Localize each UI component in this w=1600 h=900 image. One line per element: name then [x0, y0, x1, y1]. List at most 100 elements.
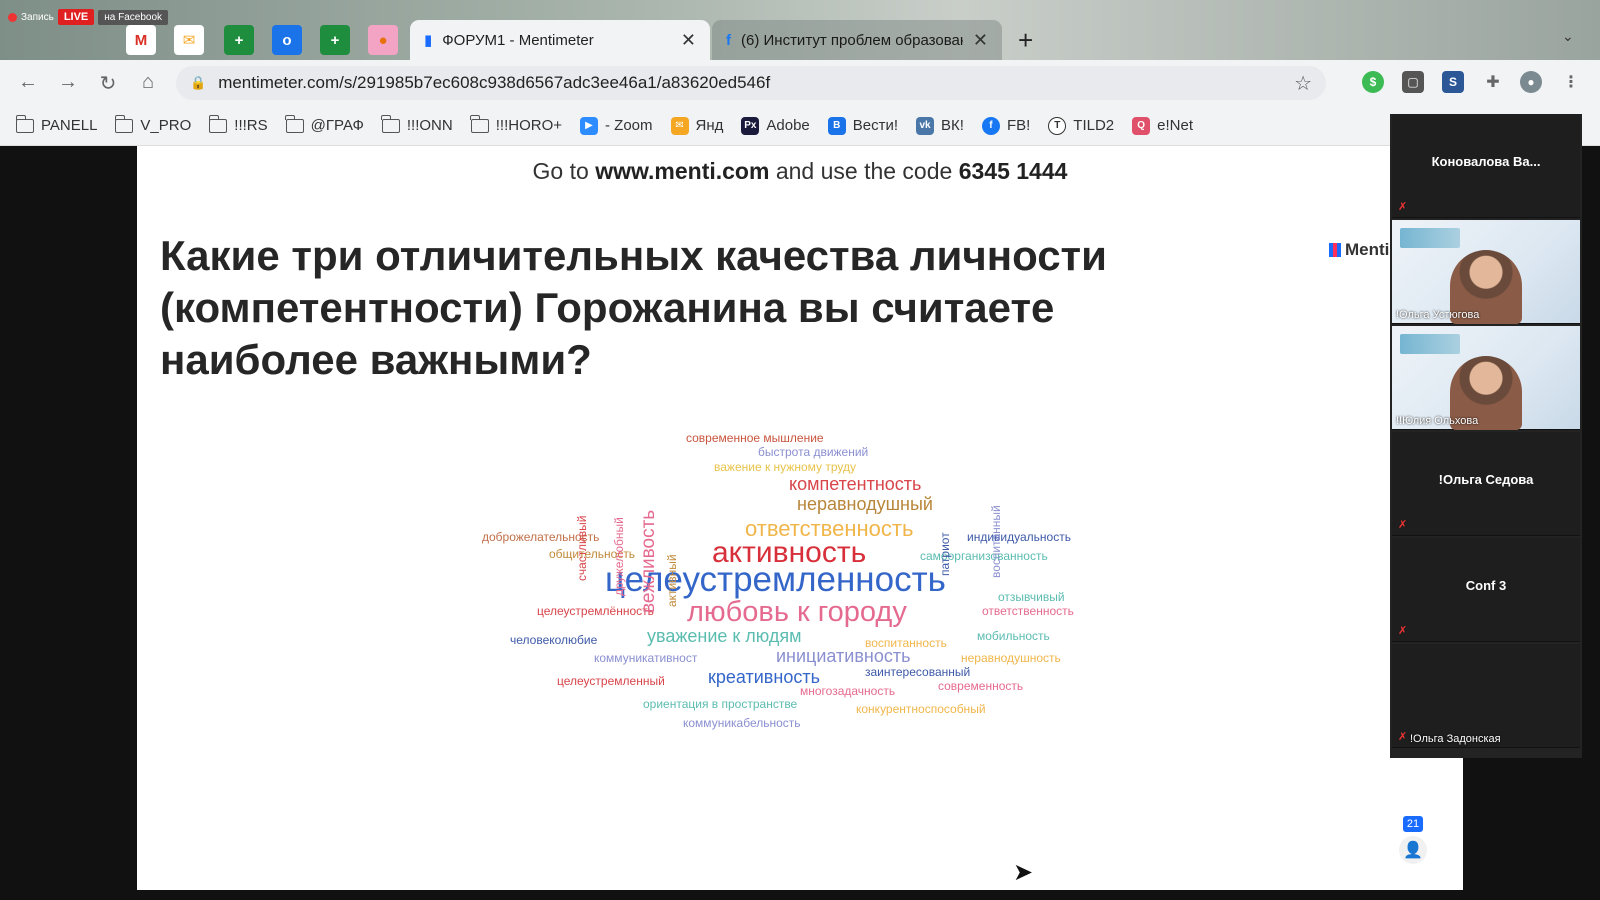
mail-tab-icon[interactable]: ✉ — [174, 25, 204, 55]
screen: Запись LIVE на Facebook M ✉ + o + ● ▮ ФО… — [0, 0, 1600, 900]
new-tab-button[interactable]: + — [1018, 25, 1033, 56]
word-cloud-term: индивидуальность — [967, 530, 1071, 544]
recording-label: Запись — [21, 11, 54, 23]
participant-tile[interactable]: Conf 3 ✗ — [1392, 538, 1580, 642]
back-arrow-icon[interactable]: ← — [16, 71, 40, 94]
facebook-icon: f — [981, 116, 1000, 135]
bookmark-rs[interactable]: !!!RS — [208, 114, 268, 134]
participant-video-tile[interactable]: !!Юлия Ольхова — [1392, 326, 1580, 430]
participant-video-tile[interactable]: !Ольга Устюгова — [1392, 220, 1580, 324]
bookmark-yandex[interactable]: ✉ Янд — [670, 116, 724, 135]
page-content: Go to www.menti.com and use the code 634… — [0, 146, 1600, 900]
word-cloud-term: ответственность — [982, 604, 1074, 618]
bookmark-adobe[interactable]: Px Adobe — [741, 116, 810, 135]
word-cloud-term: быстрота движений — [758, 445, 869, 459]
home-icon[interactable]: ⌂ — [136, 71, 160, 94]
bookmark-label: @ГРАФ — [310, 117, 364, 134]
bookmark-vesti[interactable]: B Вести! — [827, 116, 899, 135]
browser-toolbar: ← → ↻ ⌂ 🔒 mentimeter.com/s/291985b7ec608… — [0, 60, 1600, 106]
recording-indicator: Запись LIVE на Facebook — [8, 8, 169, 26]
bookmark-panell[interactable]: PANELL — [15, 114, 98, 134]
word-cloud-term: современность — [938, 679, 1024, 693]
extension-green-icon[interactable]: $ — [1362, 71, 1384, 93]
word-cloud-term: отзывчивый — [998, 590, 1065, 604]
sheets-tab-icon[interactable]: + — [224, 25, 254, 55]
bookmark-fb[interactable]: f FB! — [981, 116, 1030, 135]
bookmark-tild2[interactable]: T TILD2 — [1048, 116, 1114, 135]
url-text: mentimeter.com/s/291985b7ec608c938d6567a… — [218, 73, 771, 92]
word-cloud-term: неравнодушный — [797, 494, 933, 514]
tab-mentimeter[interactable]: ▮ ФОРУМ1 - Mentimeter ✕ — [410, 20, 710, 60]
tab-institute[interactable]: f (6) Институт проблем образования ✕ — [712, 20, 1002, 60]
word-cloud-term: многозадачность — [800, 684, 896, 698]
sheets-tab-icon-2[interactable]: + — [320, 25, 350, 55]
word-cloud-term: неравнодушность — [961, 651, 1061, 665]
bookmark-enet[interactable]: Qe!Net — [1132, 116, 1194, 135]
more-vert-icon[interactable]: ⋮ — [1560, 71, 1582, 93]
bookmark-horo[interactable]: !!!HORO+ — [470, 114, 562, 134]
vk-icon: vk — [916, 116, 935, 135]
bookmark-label: - Zoom — [605, 117, 653, 134]
participant-name: !Ольга Задонская — [1410, 733, 1501, 745]
folder-icon — [285, 114, 304, 133]
reload-icon[interactable]: ↻ — [96, 71, 120, 96]
bookmark-label: e!Net — [1157, 117, 1194, 134]
folder-icon — [114, 114, 134, 133]
bookmark-graf[interactable]: @ГРАФ — [285, 114, 364, 134]
bookmark-v-pro[interactable]: V_PRO — [114, 114, 191, 134]
puzzle-icon[interactable]: ✚ — [1482, 71, 1504, 93]
word-cloud-term: современное мышление — [686, 431, 824, 445]
word-cloud-term: счастливый — [575, 515, 589, 581]
participant-name: Коновалова Ва... — [1431, 154, 1541, 169]
word-cloud-term: любовь к городу — [687, 596, 907, 628]
participants-panel: Коновалова Ва... ✗ !Ольга Устюгова !!Юли… — [1390, 114, 1582, 758]
vesti-icon: B — [827, 116, 846, 135]
mentimeter-favicon-icon: ▮ — [424, 32, 433, 49]
word-cloud-term: патриот — [938, 532, 952, 576]
folder-icon — [381, 114, 400, 133]
muted-mic-icon: ✗ — [1398, 731, 1408, 743]
bookmark-vk[interactable]: vk ВК! — [916, 116, 964, 135]
person-icon: 👤 — [1399, 836, 1427, 864]
address-bar[interactable]: 🔒 mentimeter.com/s/291985b7ec608c938d656… — [176, 66, 1326, 100]
participant-tile[interactable]: !Ольга Седова ✗ — [1392, 432, 1580, 536]
folder-icon — [15, 114, 34, 133]
response-count: 21 — [1402, 816, 1424, 832]
participant-tile[interactable]: !Ольга Задонская ✗ — [1392, 644, 1580, 748]
forum-logo — [1400, 334, 1460, 354]
bookmark-label: PANELL — [41, 117, 98, 134]
word-cloud-term: воспитанный — [989, 505, 1003, 578]
avatar[interactable]: ● — [1520, 71, 1542, 93]
close-tab-icon[interactable]: ✕ — [681, 30, 696, 51]
extension-square-icon[interactable]: ▢ — [1402, 71, 1424, 93]
muted-mic-icon: ✗ — [1398, 519, 1408, 531]
word-cloud-term: важение к нужному труду — [714, 460, 856, 474]
word-cloud-term: инициативность — [776, 646, 911, 666]
word-cloud-term: человеколюбие — [510, 633, 598, 647]
word-cloud-term: компетентность — [789, 474, 922, 494]
mail-icon: ✉ — [670, 116, 689, 135]
bookmark-label: Янд — [695, 117, 724, 134]
participant-tile[interactable]: Коновалова Ва... ✗ — [1392, 114, 1580, 218]
outlook-tab-icon[interactable]: o — [272, 25, 302, 55]
participant-name: !Ольга Седова — [1438, 472, 1534, 487]
word-cloud-term: коммуникабельность — [683, 716, 801, 730]
gmail-tab-icon[interactable]: M — [126, 25, 156, 55]
word-cloud-term: целеустремленный — [557, 674, 665, 688]
bookmark-zoom[interactable]: ▶ - Zoom — [580, 116, 653, 135]
facebook-favicon-icon: f — [726, 31, 731, 49]
chevron-down-icon[interactable]: ⌄ — [1562, 28, 1574, 45]
app-tab-icon[interactable]: ● — [368, 25, 398, 55]
lock-icon[interactable]: 🔒 — [190, 75, 206, 91]
bookmark-label: !!!HORO+ — [495, 117, 562, 134]
bookmark-onn[interactable]: !!!ONN — [381, 114, 453, 134]
bookmark-label: Вести! — [852, 117, 899, 134]
word-cloud-term: вежливость — [638, 509, 659, 613]
word-cloud-term: мобильность — [977, 629, 1050, 643]
live-platform[interactable]: на Facebook — [98, 9, 169, 25]
close-tab-icon[interactable]: ✕ — [973, 30, 988, 51]
forward-arrow-icon[interactable]: → — [56, 71, 80, 94]
star-icon[interactable]: ☆ — [1294, 71, 1312, 96]
extension-s-icon[interactable]: S — [1442, 71, 1464, 93]
record-dot-icon — [8, 12, 17, 22]
